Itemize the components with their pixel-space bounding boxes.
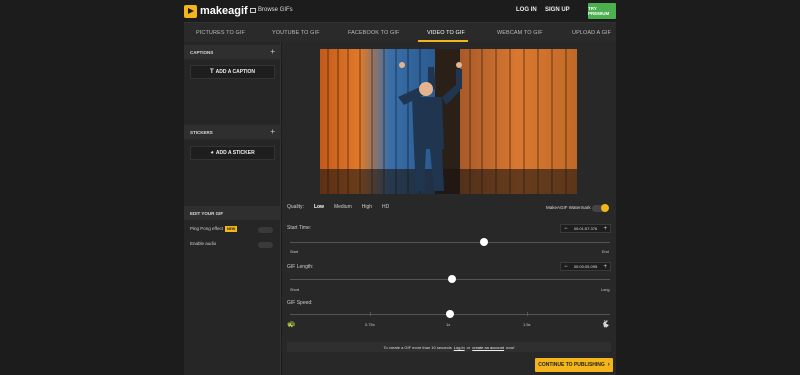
edit-gif-title: EDIT YOUR GIF xyxy=(190,211,224,216)
tab-bar: PICTURES TO GIF YOUTUBE TO GIF FACEBOOK … xyxy=(184,22,616,42)
gif-length-value: 00:00:05.095 xyxy=(573,264,598,269)
tab-pictures-to-gif[interactable]: PICTURES TO GIF xyxy=(196,30,245,36)
add-caption-label: ADD A CAPTION xyxy=(215,69,256,75)
video-preview xyxy=(320,49,577,194)
start-time-value: 00:01:57.376 xyxy=(573,226,598,231)
play-logo-icon xyxy=(184,4,197,18)
login-link[interactable]: LOG IN xyxy=(516,7,537,13)
quality-option-low[interactable]: Low xyxy=(314,204,324,210)
top-bar: makeagif Browse GIFs LOG IN SIGN UP TRY … xyxy=(0,0,800,22)
gif-length-min-label: Short xyxy=(290,288,300,292)
ping-pong-label: Ping Pong effect NEW xyxy=(190,226,238,232)
speed-label-15: 1.5x xyxy=(523,322,531,327)
speed-label-1: 1x xyxy=(446,322,451,327)
continue-label: CONTINUE TO PUBLISHING xyxy=(538,362,605,368)
start-time-max-label: End xyxy=(602,250,609,254)
text-icon: T xyxy=(209,69,214,75)
add-sticker-plus-icon[interactable]: + xyxy=(270,127,275,136)
tab-webcam-to-gif[interactable]: WEBCAM TO GIF xyxy=(497,30,543,36)
start-time-stepper[interactable]: − 00:01:57.376 + xyxy=(560,224,611,233)
add-sticker-label: ADD A STICKER xyxy=(215,150,255,156)
add-caption-button[interactable]: T ADD A CAPTION xyxy=(190,65,275,79)
add-sticker-button[interactable]: ◕ ADD A STICKER xyxy=(190,146,275,160)
gif-speed-label: GIF Speed: xyxy=(287,300,313,306)
notice-prefix: To create a GIF more than 10 seconds xyxy=(383,344,452,350)
browse-gifs-link[interactable]: Browse GIFs xyxy=(250,7,293,13)
logo[interactable]: makeagif xyxy=(184,4,248,18)
quality-option-medium[interactable]: Medium xyxy=(334,204,352,210)
tab-youtube-to-gif[interactable]: YOUTUBE TO GIF xyxy=(272,30,320,36)
sticker-icon: ◕ xyxy=(210,150,214,156)
quality-option-high[interactable]: High xyxy=(362,204,372,210)
notice-login-link[interactable]: Log in xyxy=(454,345,465,350)
notice-suffix: now! xyxy=(506,344,515,350)
notice-create-account-link[interactable]: create an account xyxy=(472,345,504,350)
length-notice: To create a GIF more than 10 seconds Log… xyxy=(287,342,611,352)
watermark-label: MakeAGIF Watermark xyxy=(546,205,591,210)
continue-to-publishing-button[interactable]: CONTINUE TO PUBLISHING › xyxy=(535,358,613,372)
gif-length-max-label: Long xyxy=(601,288,610,292)
gif-speed-slider-thumb[interactable] xyxy=(446,310,454,318)
speed-tick-075 xyxy=(370,312,371,316)
turtle-icon: 🐢 xyxy=(287,321,296,328)
add-caption-plus-icon[interactable]: + xyxy=(270,47,275,56)
quality-label: Quality: xyxy=(287,204,304,210)
enable-audio-toggle[interactable] xyxy=(258,242,273,248)
start-time-min-label: Start xyxy=(290,250,299,254)
start-time-decrement[interactable]: − xyxy=(564,226,568,232)
image-icon xyxy=(250,7,256,13)
start-time-label: Start Time: xyxy=(287,225,312,231)
rabbit-icon: 🐇 xyxy=(601,321,610,328)
speed-tick-15 xyxy=(527,312,528,316)
quality-option-hd[interactable]: HD xyxy=(382,204,389,210)
stickers-header: STICKERS + xyxy=(184,125,281,139)
ping-pong-toggle[interactable] xyxy=(258,227,273,233)
watermark-toggle[interactable] xyxy=(592,204,609,212)
logo-text: makeagif xyxy=(200,5,248,17)
browse-gifs-label: Browse GIFs xyxy=(258,7,293,13)
tab-facebook-to-gif[interactable]: FACEBOOK TO GIF xyxy=(348,30,399,36)
stickers-title: STICKERS xyxy=(190,130,213,135)
tab-upload-a-gif[interactable]: UPLOAD A GIF xyxy=(572,30,611,36)
video-frame-image xyxy=(320,49,577,194)
notice-mid: or xyxy=(466,344,471,350)
quality-row: Quality: Low Medium High HD xyxy=(287,204,389,210)
gif-length-label: GIF Length: xyxy=(287,264,314,270)
start-time-increment[interactable]: + xyxy=(603,226,607,232)
gif-length-stepper[interactable]: − 00:00:05.095 + xyxy=(560,262,611,271)
gif-length-slider-thumb[interactable] xyxy=(447,275,456,283)
gif-length-decrement[interactable]: − xyxy=(564,264,568,270)
try-premium-button[interactable]: TRY PREMIUM xyxy=(588,3,616,19)
signup-link[interactable]: SIGN UP xyxy=(545,7,570,13)
captions-title: CAPTIONS xyxy=(190,50,214,55)
captions-header: CAPTIONS + xyxy=(184,45,281,59)
gif-length-increment[interactable]: + xyxy=(603,264,607,270)
speed-label-075: 0.75x xyxy=(365,322,375,327)
sidebar: CAPTIONS + T ADD A CAPTION STICKERS + ◕ … xyxy=(184,42,281,375)
chevron-right-icon: › xyxy=(607,362,610,368)
start-time-slider-thumb[interactable] xyxy=(479,238,488,246)
tab-video-to-gif[interactable]: VIDEO TO GIF xyxy=(427,30,465,36)
start-time-track[interactable] xyxy=(290,242,610,243)
new-badge: NEW xyxy=(224,226,238,232)
watermark-toggle-knob xyxy=(601,204,609,212)
edit-gif-header: EDIT YOUR GIF xyxy=(184,206,281,220)
enable-audio-label: Enable audio xyxy=(190,241,217,246)
